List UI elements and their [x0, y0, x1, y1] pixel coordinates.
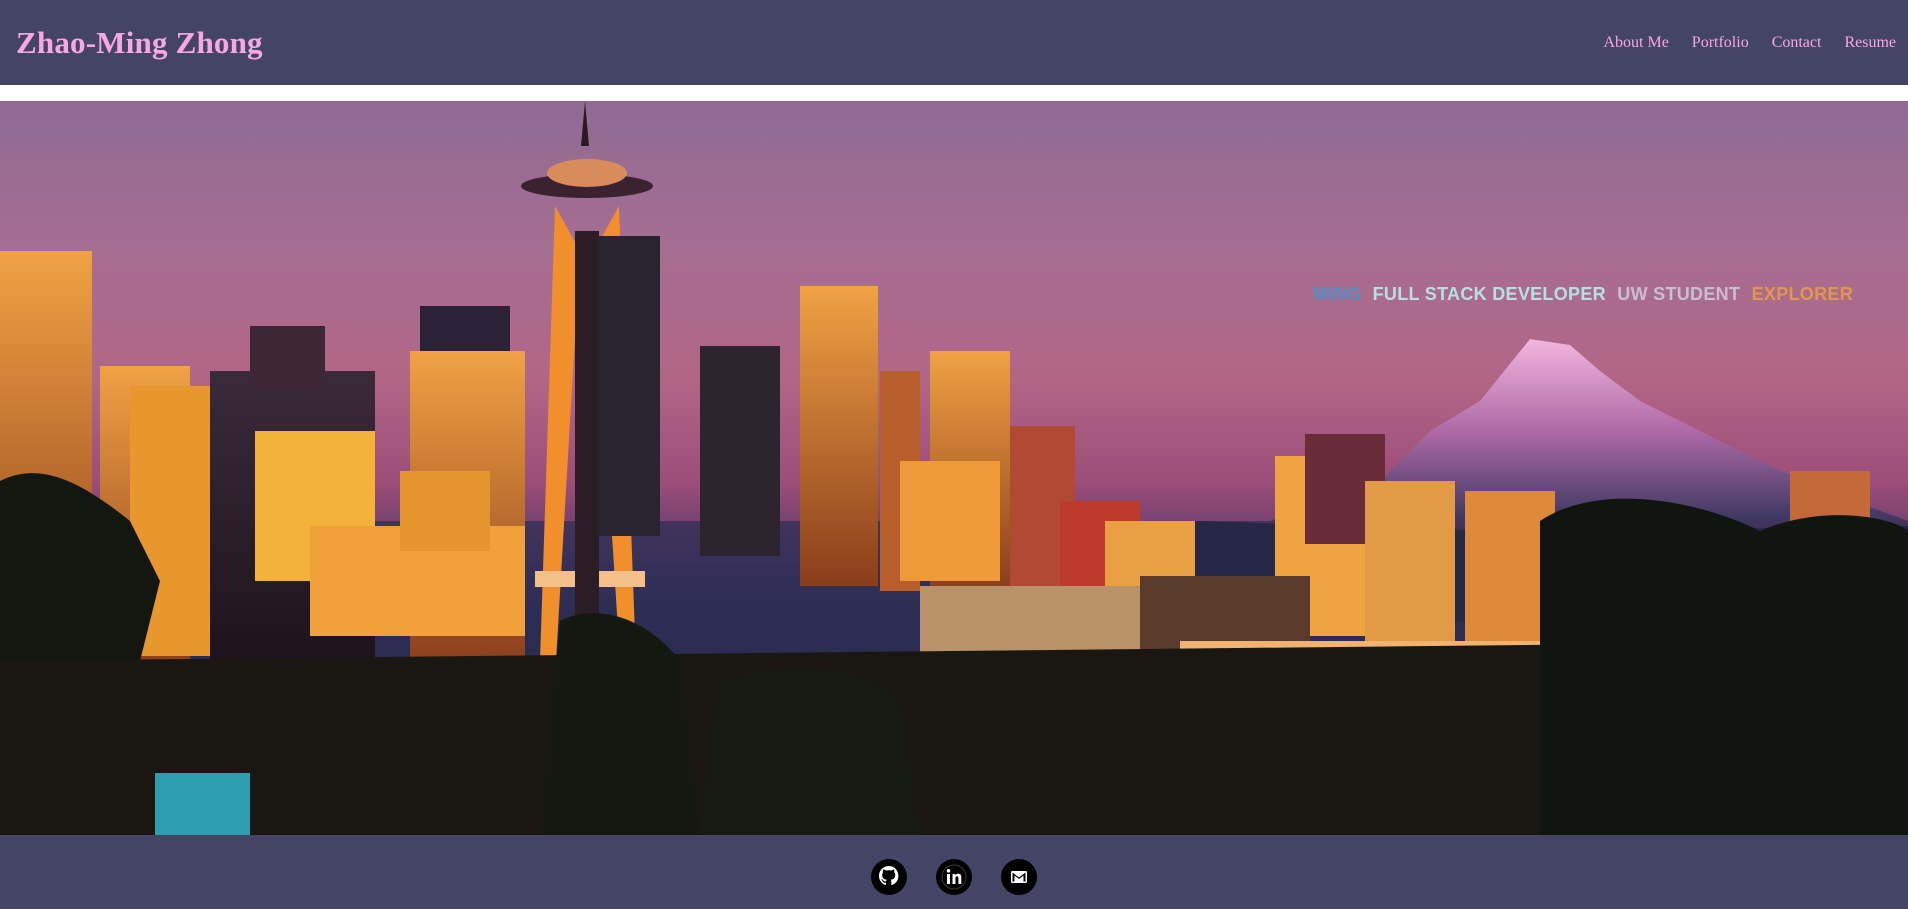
- nav-contact[interactable]: Contact: [1772, 34, 1822, 52]
- hero-banner: MING FULL STACK DEVELOPER UW STUDENT EXP…: [0, 101, 1908, 835]
- tagline-hobby: EXPLORER: [1751, 284, 1853, 304]
- tagline-role: FULL STACK DEVELOPER: [1372, 284, 1606, 304]
- nav-portfolio[interactable]: Portfolio: [1692, 34, 1749, 52]
- linkedin-icon: [937, 860, 971, 894]
- github-link[interactable]: [871, 859, 907, 895]
- seattle-skyline-image: [0, 101, 1908, 835]
- brand-title[interactable]: Zhao-Ming Zhong: [16, 25, 263, 61]
- nav-links: About Me Portfolio Contact Resume: [1580, 34, 1896, 52]
- email-link[interactable]: [1001, 859, 1037, 895]
- github-icon: [872, 860, 906, 894]
- header-divider: [0, 85, 1908, 101]
- nav-about-me[interactable]: About Me: [1603, 34, 1668, 52]
- linkedin-link[interactable]: [936, 859, 972, 895]
- social-links: [871, 859, 1037, 895]
- tagline-school: UW STUDENT: [1617, 284, 1741, 304]
- navbar: Zhao-Ming Zhong About Me Portfolio Conta…: [0, 0, 1908, 85]
- nav-resume[interactable]: Resume: [1844, 34, 1896, 52]
- footer: [0, 835, 1908, 909]
- hero-tagline: MING FULL STACK DEVELOPER UW STUDENT EXP…: [1307, 284, 1853, 305]
- email-icon: [1002, 860, 1036, 894]
- tagline-name: MING: [1313, 284, 1362, 304]
